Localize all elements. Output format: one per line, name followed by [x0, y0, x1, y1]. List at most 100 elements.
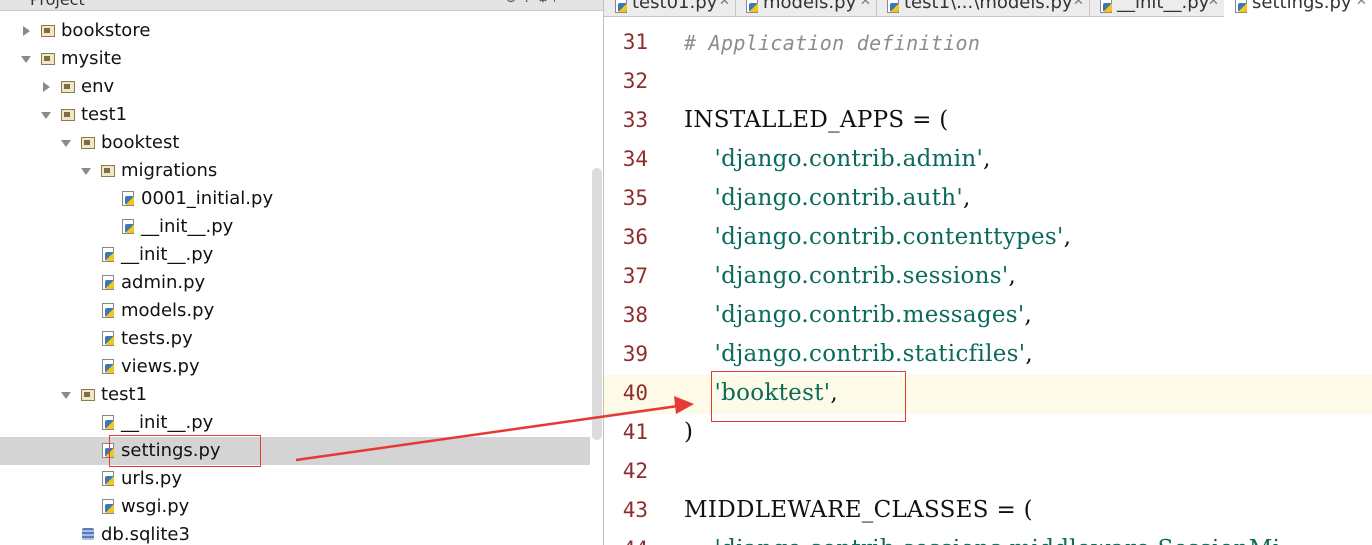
expand-arrow-icon[interactable]	[21, 56, 31, 63]
close-tab-icon[interactable]: ✕	[1208, 0, 1219, 9]
code-punctuation: ,	[983, 146, 991, 172]
code-punctuation: ,	[963, 185, 971, 211]
tree-file-row[interactable]: wsgi.py	[0, 493, 590, 521]
expand-arrow-icon[interactable]	[41, 112, 51, 119]
line-number: 42	[622, 459, 648, 483]
tree-item-label: __init__.py	[121, 412, 214, 433]
line-number: 40	[622, 381, 648, 405]
python-file-icon	[101, 415, 115, 430]
code-text: 'django.contrib.admin',	[684, 146, 991, 172]
editor-tab-label: __init__.py	[1117, 0, 1210, 13]
string-literal: 'django.contrib.auth'	[714, 185, 964, 211]
python-file-icon	[614, 0, 628, 13]
tree-item-label: test1	[101, 384, 148, 405]
editor-tab[interactable]: test1\...\models.py ✕	[876, 0, 1090, 16]
line-number: 41	[622, 420, 648, 444]
string-literal: 'django.contrib.sessions.middleware.Sess…	[714, 536, 1280, 545]
code-line[interactable]: 44 'django.contrib.sessions.middleware.S…	[604, 531, 1372, 545]
code-line[interactable]: 34 'django.contrib.admin',	[604, 141, 1372, 180]
editor: 31 # Application definition 32 33 INSTALLED_…	[604, 0, 1372, 545]
folder-icon	[101, 163, 115, 177]
expand-arrow-icon[interactable]	[61, 392, 71, 399]
editor-tab[interactable]: settings.py ✕	[1224, 0, 1372, 17]
code-line[interactable]: 36 'django.contrib.contenttypes',	[604, 219, 1372, 258]
line-number: 31	[622, 30, 648, 54]
tree-file-row[interactable]: tests.py	[0, 325, 590, 353]
tree-file-row[interactable]: views.py	[0, 353, 590, 381]
code-line[interactable]: 31 # Application definition	[604, 24, 1372, 63]
python-file-icon	[101, 499, 115, 514]
project-scrollbar[interactable]	[592, 168, 602, 440]
tree-file-row[interactable]: admin.py	[0, 269, 590, 297]
project-panel-header: Project ⊕≑⚙⊢	[0, 0, 604, 11]
tree-item-label: env	[81, 76, 115, 97]
tree-file-row[interactable]: __init__.py	[0, 409, 590, 437]
tree-file-row[interactable]: db.sqlite3	[0, 521, 590, 545]
tree-folder-row[interactable]: migrations	[0, 157, 590, 185]
code-line[interactable]: 39 'django.contrib.staticfiles',	[604, 336, 1372, 375]
tree-item-label: bookstore	[61, 20, 151, 41]
collapse-arrow-icon[interactable]	[23, 26, 30, 36]
hide-icon[interactable]: ⊢	[553, 0, 569, 6]
editor-tab-label: models.py	[763, 0, 857, 13]
code-line[interactable]: 32	[604, 63, 1372, 102]
tree-item-label: tests.py	[121, 328, 193, 349]
python-file-icon	[121, 219, 135, 234]
collapse-icon[interactable]: ≑	[521, 0, 537, 6]
tree-folder-row[interactable]: bookstore	[0, 17, 590, 45]
line-number: 32	[622, 69, 648, 93]
tree-folder-row[interactable]: mysite	[0, 45, 590, 73]
tree-file-row[interactable]: models.py	[0, 297, 590, 325]
gear-icon[interactable]: ⚙	[536, 0, 553, 6]
tree-file-row[interactable]: __init__.py	[0, 241, 590, 269]
python-file-icon	[101, 247, 115, 262]
tree-item-label: migrations	[121, 160, 218, 181]
code-line[interactable]: 37 'django.contrib.sessions',	[604, 258, 1372, 297]
collapse-arrow-icon[interactable]	[43, 82, 50, 92]
code-line[interactable]: 43 MIDDLEWARE_CLASSES = (	[604, 492, 1372, 531]
code-line[interactable]: 35 'django.contrib.auth',	[604, 180, 1372, 219]
code-text: MIDDLEWARE_CLASSES = (	[684, 497, 1033, 523]
tree-folder-row[interactable]: test1	[0, 101, 590, 129]
code-punctuation: ,	[1063, 224, 1072, 250]
tree-item-label: wsgi.py	[121, 496, 190, 517]
code-text: 'django.contrib.auth',	[684, 185, 971, 211]
code-text: 'django.contrib.contenttypes',	[684, 224, 1071, 250]
project-panel-title: Project	[30, 0, 85, 9]
tree-file-row[interactable]: 0001_initial.py	[0, 185, 590, 213]
expand-arrow-icon[interactable]	[81, 168, 91, 175]
tree-file-row[interactable]: settings.py	[0, 437, 590, 465]
code-text: 'django.contrib.messages',	[684, 302, 1032, 328]
python-file-icon	[745, 0, 759, 13]
editor-tab[interactable]: test01.py ✕	[604, 0, 736, 16]
code-punctuation: ,	[1024, 302, 1033, 328]
tree-file-row[interactable]: __init__.py	[0, 213, 590, 241]
code-line[interactable]: 33 INSTALLED_APPS = (	[604, 102, 1372, 141]
editor-tab[interactable]: __init__.py ✕	[1089, 0, 1225, 16]
project-panel-tools[interactable]: ⊕≑⚙⊢	[505, 0, 569, 6]
tree-item-label: test1	[81, 104, 128, 125]
target-icon[interactable]: ⊕	[505, 0, 521, 6]
tree-item-label: views.py	[121, 356, 200, 377]
tree-folder-row[interactable]: booktest	[0, 129, 590, 157]
code-text: INSTALLED_APPS = (	[684, 107, 949, 133]
python-file-icon	[1234, 0, 1248, 13]
expand-arrow-icon[interactable]	[61, 140, 71, 147]
editor-tab[interactable]: models.py ✕	[735, 0, 877, 16]
tree-folder-row[interactable]: env	[0, 73, 590, 101]
tree-item-label: __init__.py	[121, 244, 214, 265]
close-tab-icon[interactable]: ✕	[1356, 0, 1367, 9]
code-line[interactable]: 38 'django.contrib.messages',	[604, 297, 1372, 336]
tree-folder-row[interactable]: test1	[0, 381, 590, 409]
close-tab-icon[interactable]: ✕	[860, 0, 871, 9]
tree-file-row[interactable]: urls.py	[0, 465, 590, 493]
editor-tab-label: settings.py	[1252, 0, 1352, 13]
close-tab-icon[interactable]: ✕	[719, 0, 730, 9]
code-line[interactable]: 42	[604, 453, 1372, 492]
close-tab-icon[interactable]: ✕	[1073, 0, 1084, 9]
python-file-icon	[101, 471, 115, 486]
